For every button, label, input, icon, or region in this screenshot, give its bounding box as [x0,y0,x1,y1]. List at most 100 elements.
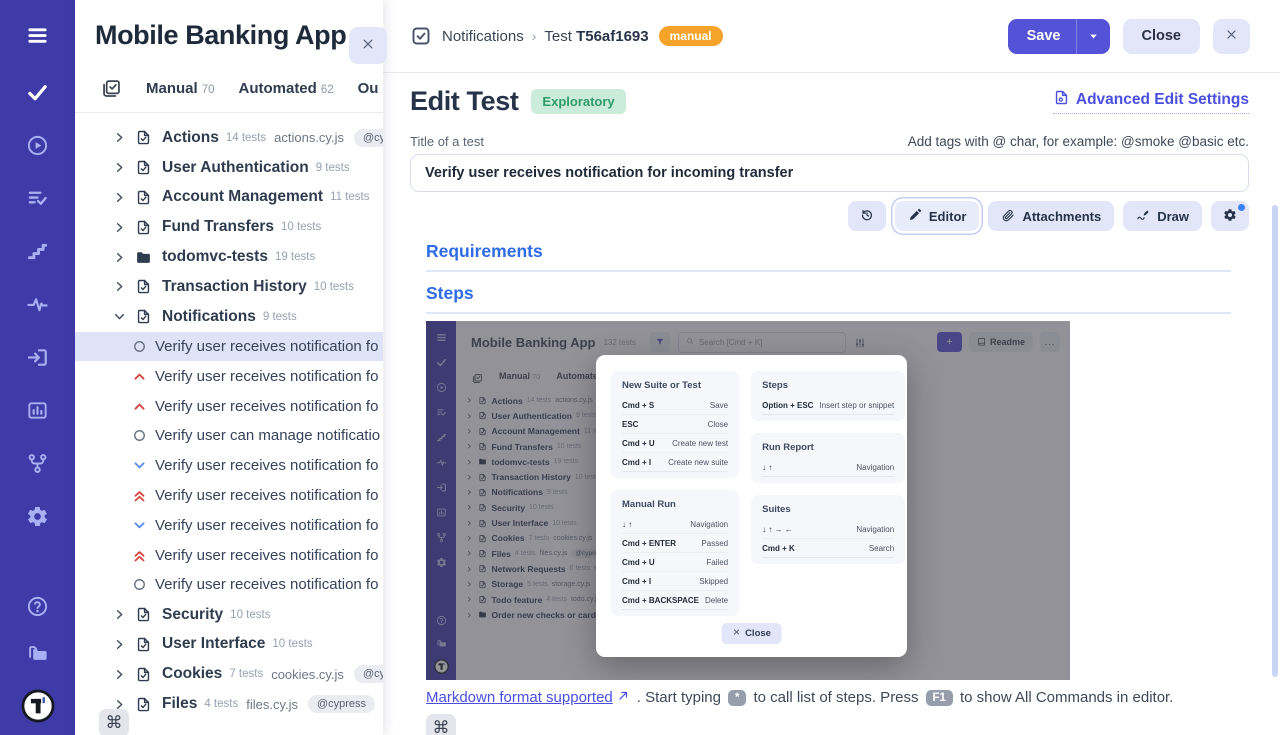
help-circle-icon[interactable] [26,595,49,618]
priority-high-icon [132,399,147,414]
breadcrumb-section[interactable]: Notifications [442,28,524,45]
tree-item-name: User Interface [162,635,265,653]
steps-heading[interactable]: Steps [426,283,1249,304]
chevron-right-icon[interactable] [113,161,126,174]
tree-suite-row[interactable]: todomvc-tests19 tests [75,242,383,272]
tree-suite-row[interactable]: User Authentication9 tests [75,153,383,183]
file-check-icon [135,159,152,176]
steps-icon[interactable] [26,240,49,263]
chevron-right-icon[interactable] [113,251,126,264]
tree-test-row[interactable]: Verify user can manage notificatio [75,421,383,451]
chevron-right-icon[interactable] [113,608,126,621]
chevron-right-icon[interactable] [113,280,126,293]
folders-icon[interactable] [26,642,49,665]
shortcut-row: Option + ESCInsert step or snippet [762,396,894,415]
breadcrumb-separator: › [532,28,537,44]
tree-suite-row[interactable]: Account Management11 tests [75,183,383,213]
priority-none-icon [132,339,147,354]
markdown-supported-link[interactable]: Markdown format supported [426,689,630,706]
drawer-tab-automated[interactable]: Automated62 [238,80,333,97]
shortcut-keys: Cmd + BACKSPACE [622,596,699,605]
main-scrollbar[interactable] [1272,205,1278,677]
bar-chart-icon[interactable] [26,399,49,422]
tree-item-count: 9 tests [316,162,350,174]
drawer-close-button[interactable] [349,27,387,64]
tree-suite-row[interactable]: Transaction History 10 tests [75,272,383,302]
shortcut-action: Insert step or snippet [819,401,894,410]
tree-item-file: files.cy.js [246,697,298,712]
keyboard-shortcuts-modal: New Suite or TestCmd + SSaveESCCloseCmd … [596,355,907,657]
editor-tab-button[interactable]: Editor [895,201,980,231]
checklist-icon[interactable] [26,187,49,210]
file-check-icon [135,278,152,295]
advanced-edit-settings-link[interactable]: Advanced Edit Settings [1053,89,1249,114]
tree-suite-row[interactable]: Security10 tests [75,600,383,630]
check-icon[interactable] [26,81,49,104]
test-id: T56af1693 [576,28,649,45]
tree-item-name: Fund Transfers [162,218,274,236]
chevron-right-icon[interactable] [113,668,126,681]
tree-item-count: 10 tests [281,221,321,233]
git-fork-icon[interactable] [26,452,49,475]
activity-icon[interactable] [26,293,49,316]
editor-settings-button[interactable] [1211,201,1249,231]
play-circle-icon[interactable] [26,134,49,157]
command-key-badge[interactable]: ⌘ [426,714,456,735]
drawer-tab-manual[interactable]: Manual70 [146,80,214,97]
tree-test-row[interactable]: Verify user receives notification fo [75,570,383,600]
menu-icon[interactable] [26,24,49,47]
tree-test-row[interactable]: Verify user receives notification fo [75,451,383,481]
tree-test-row[interactable]: Verify user receives notification fo [75,540,383,570]
stacked-checkbox-icon [101,78,122,99]
shortcut-columns: New Suite or TestCmd + SSaveESCCloseCmd … [611,371,892,616]
topbar-actions: Save Close [1008,19,1250,54]
shortcut-group-title: Suites [762,504,894,515]
gear-icon[interactable] [26,505,49,528]
tree-suite-row[interactable]: Cookies7 testscookies.cy.js@cypress [75,659,383,689]
chevron-right-icon[interactable] [113,221,126,234]
tree-suite-row[interactable]: Fund Transfers 10 tests [75,212,383,242]
history-button[interactable] [848,201,886,231]
tree-test-row[interactable]: Verify user receives notification fo [75,332,383,362]
rail-group [26,24,49,47]
tree-suite-row[interactable]: User Interface10 tests [75,630,383,660]
chevron-right-icon[interactable] [113,131,126,144]
attachments-tab-button[interactable]: Attachments [988,201,1114,231]
pencil-icon [908,208,922,225]
testcollab-logo-icon[interactable] [21,689,55,723]
suite-tree: Actions14 testsactions.cy.js@cypressUser… [75,113,383,735]
shortcut-action: Close [708,420,728,429]
priority-low-icon [132,458,147,473]
dismiss-button[interactable] [1213,19,1250,54]
chevron-down-icon[interactable] [113,310,126,323]
tree-test-row[interactable]: Verify user receives notification fo [75,481,383,511]
save-button[interactable]: Save [1008,19,1110,54]
tree-item-count: 10 tests [230,609,270,621]
save-label: Save [1008,28,1076,44]
tree-test-row[interactable]: Verify user receives notification fo [75,361,383,391]
requirements-heading[interactable]: Requirements [426,241,1249,262]
tree-item-name: Verify user receives notification fo [155,457,378,474]
manual-badge: manual [659,26,723,46]
tree-item-count: 10 tests [314,281,354,293]
sign-in-icon[interactable] [26,346,49,369]
command-key-badge[interactable]: ⌘ [99,709,129,735]
chevron-right-icon[interactable] [113,638,126,651]
drawer-tab-ou[interactable]: Ou [358,80,379,97]
tree-test-row[interactable]: Verify user receives notification fo [75,391,383,421]
tree-suite-row[interactable]: Notifications9 tests [75,302,383,332]
close-button[interactable]: Close [1123,19,1201,54]
editor-footer-hint: Markdown format supported . Start typing… [426,689,1249,706]
file-check-icon [135,219,152,236]
save-caret-icon[interactable] [1077,31,1110,42]
tree-suite-row[interactable]: Actions14 testsactions.cy.js@cypress [75,123,383,153]
breadcrumb-test: Test T56af1693 [544,28,648,45]
tree-item-name: Transaction History [162,278,307,296]
test-title-input[interactable] [410,154,1249,192]
draw-tab-button[interactable]: Draw [1123,201,1202,231]
notification-dot [1238,204,1245,211]
priority-high-icon [132,369,147,384]
tree-test-row[interactable]: Verify user receives notification fo [75,510,383,540]
test-checkbox-icon [410,25,432,47]
chevron-right-icon[interactable] [113,191,126,204]
